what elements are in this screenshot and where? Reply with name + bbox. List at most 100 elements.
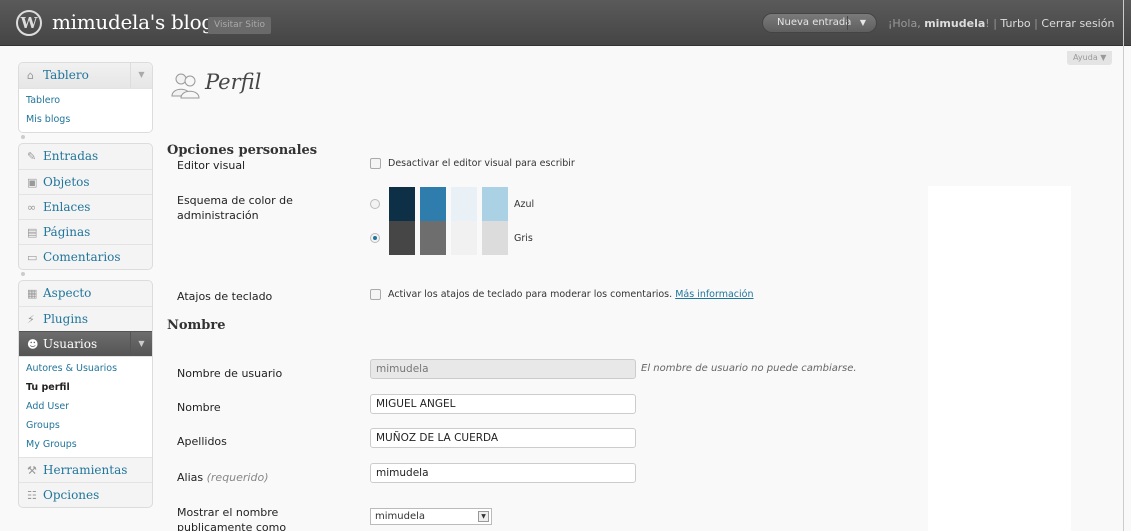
new-entry-button[interactable]: Nueva entrada ▼ [762, 13, 877, 33]
sidebar-item-label: Objetos [43, 175, 90, 189]
appearance-icon: ▦ [27, 287, 38, 300]
site-title[interactable]: mimudela's blog [52, 10, 214, 34]
visit-site-button[interactable]: Visitar Sitio [208, 17, 272, 34]
help-label: Ayuda [1073, 53, 1098, 62]
page-title: Perfil [205, 70, 262, 94]
window-edge-divider [1123, 0, 1124, 531]
logout-link[interactable]: Cerrar sesión [1041, 17, 1114, 30]
sidebar-item-media[interactable]: ▣ Objetos [19, 169, 152, 194]
visual-editor-label: Editor visual [177, 159, 246, 172]
swatch-blue-4 [482, 187, 508, 221]
scheme-gray-name: Gris [514, 233, 533, 244]
sidebar-item-pages[interactable]: ▤ Páginas [19, 219, 152, 244]
users-profile-icon [171, 73, 200, 99]
sidebar-item-appearance[interactable]: ▦ Aspecto [19, 281, 152, 306]
separator-dot [21, 272, 25, 276]
swatch-gray-1 [389, 221, 415, 255]
wp-admin-page: W mimudela's blog Visitar Sitio Nueva en… [0, 0, 1131, 531]
sidebar-item-plugins[interactable]: ⚡ Plugins [19, 306, 152, 331]
nickname-label-text: Alias [177, 471, 204, 484]
users-submenu: Autores & Usuarios Tu perfil Add User Gr… [19, 356, 152, 457]
submenu-item-dashboard[interactable]: Tablero [19, 91, 152, 110]
display-name-label: Mostrar el nombre publicamente como [177, 506, 287, 531]
sidebar-item-posts[interactable]: ✎ Entradas [19, 144, 152, 169]
sidebar-item-label: Aspecto [43, 286, 92, 300]
nickname-input[interactable]: mimudela [370, 463, 636, 483]
scheme-blue-radio[interactable] [370, 199, 380, 209]
link-separator: | [1034, 17, 1038, 30]
menu-separator [18, 270, 153, 280]
username-note: El nombre de usuario no puede cambiarse. [641, 363, 857, 374]
sidebar-item-settings[interactable]: ☷ Opciones [19, 482, 152, 507]
sidebar-item-label: Enlaces [43, 200, 91, 214]
section-personal-options: Opciones personales [167, 143, 318, 158]
sidebar-item-label: Herramientas [43, 463, 128, 477]
media-icon: ▣ [27, 176, 38, 189]
sidebar-item-label: Usuarios [43, 337, 98, 351]
display-name-select[interactable]: mimudela ▼ [370, 508, 492, 525]
turbo-link[interactable]: Turbo [1000, 17, 1030, 30]
sidebar-item-users[interactable]: ☻ Usuarios ▼ [19, 331, 152, 356]
submenu-item-add-user[interactable]: Add User [19, 397, 152, 416]
swatch-blue-3 [451, 187, 477, 221]
sidebar-item-tools[interactable]: ⚒ Herramientas [19, 457, 152, 482]
comment-icon: ▭ [27, 251, 38, 264]
user-links: ¡Hola, mimudela! | Turbo | Cerrar sesión [888, 17, 1114, 30]
divider [847, 16, 848, 30]
swatch-blue-1 [389, 187, 415, 221]
sidebar-item-label: Entradas [43, 149, 99, 163]
keyboard-shortcuts-checkbox[interactable] [370, 289, 381, 300]
sidebar-item-dashboard[interactable]: ⌂ Tablero ▼ [19, 63, 152, 88]
menu-group-admin: ▦ Aspecto ⚡ Plugins ☻ Usuarios ▼ Autores & U… [18, 280, 153, 508]
submenu-item-my-blogs[interactable]: Mis blogs [19, 110, 152, 129]
first-name-input[interactable]: MIGUEL ANGEL [370, 394, 636, 414]
menu-separator [18, 133, 153, 143]
nickname-label: Alias (requerido) [177, 470, 269, 485]
more-info-link[interactable]: Más información [675, 289, 753, 300]
link-separator: | [993, 17, 997, 30]
chevron-down-icon[interactable]: ▼ [478, 511, 489, 522]
username-label: Nombre de usuario [177, 367, 283, 380]
dashboard-submenu: Tablero Mis blogs [19, 88, 152, 132]
menu-group-content: ✎ Entradas ▣ Objetos ∞ Enlaces ▤ Páginas ▭ Co… [18, 143, 153, 270]
settings-icon: ☷ [27, 489, 37, 502]
sidebar-item-label: Páginas [43, 225, 91, 239]
display-name-value: mimudela [375, 511, 426, 522]
pin-icon: ✎ [27, 150, 37, 163]
submenu-item-authors-users[interactable]: Autores & Usuarios [19, 359, 152, 378]
sidebar-item-comments[interactable]: ▭ Comentarios [19, 244, 152, 269]
admin-header: W mimudela's blog Visitar Sitio Nueva en… [0, 0, 1131, 46]
swatch-gray-2 [420, 221, 446, 255]
chevron-down-icon[interactable]: ▼ [130, 63, 152, 88]
chevron-down-icon[interactable]: ▼ [860, 14, 866, 32]
submenu-item-groups[interactable]: Groups [19, 416, 152, 435]
help-button[interactable]: Ayuda ▼ [1067, 51, 1113, 65]
sidebar-item-label: Tablero [43, 68, 89, 82]
keyboard-shortcuts-label: Atajos de teclado [177, 290, 273, 303]
greeting-end: ! [985, 17, 990, 30]
profile-link[interactable]: mimudela [924, 17, 985, 30]
sidebar-menu: ⌂ Tablero ▼ Tablero Mis blogs ✎ Entradas ▣ O… [18, 62, 153, 508]
wordpress-logo-icon[interactable]: W [16, 10, 42, 36]
required-note: (requerido) [206, 471, 269, 484]
sidebar-item-label: Plugins [43, 312, 89, 326]
sidebar-item-links[interactable]: ∞ Enlaces [19, 194, 152, 219]
plugin-icon: ⚡ [27, 313, 35, 326]
link-icon: ∞ [27, 201, 37, 214]
submenu-item-my-groups[interactable]: My Groups [19, 435, 152, 454]
users-icon: ☻ [27, 338, 39, 351]
greeting-text: ¡Hola, [888, 17, 925, 30]
chevron-down-icon[interactable]: ▼ [130, 332, 152, 356]
last-name-input[interactable]: MUÑOZ DE LA CUERDA [370, 428, 636, 448]
submenu-item-your-profile[interactable]: Tu perfil [19, 378, 152, 397]
swatch-blue-2 [420, 187, 446, 221]
color-scheme-label: Esquema de color de administración [177, 194, 293, 222]
keyboard-shortcuts-desc: Activar los atajos de teclado para moder… [388, 289, 673, 300]
disable-visual-editor-checkbox[interactable] [370, 158, 381, 169]
menu-group-dashboard: ⌂ Tablero ▼ Tablero Mis blogs [18, 62, 153, 133]
scheme-gray-radio[interactable] [370, 233, 380, 243]
section-name: Nombre [167, 318, 226, 333]
home-icon: ⌂ [27, 69, 34, 82]
disable-visual-editor-text: Desactivar el editor visual para escribi… [388, 158, 575, 169]
keyboard-shortcuts-text: Activar los atajos de teclado para moder… [388, 289, 754, 300]
